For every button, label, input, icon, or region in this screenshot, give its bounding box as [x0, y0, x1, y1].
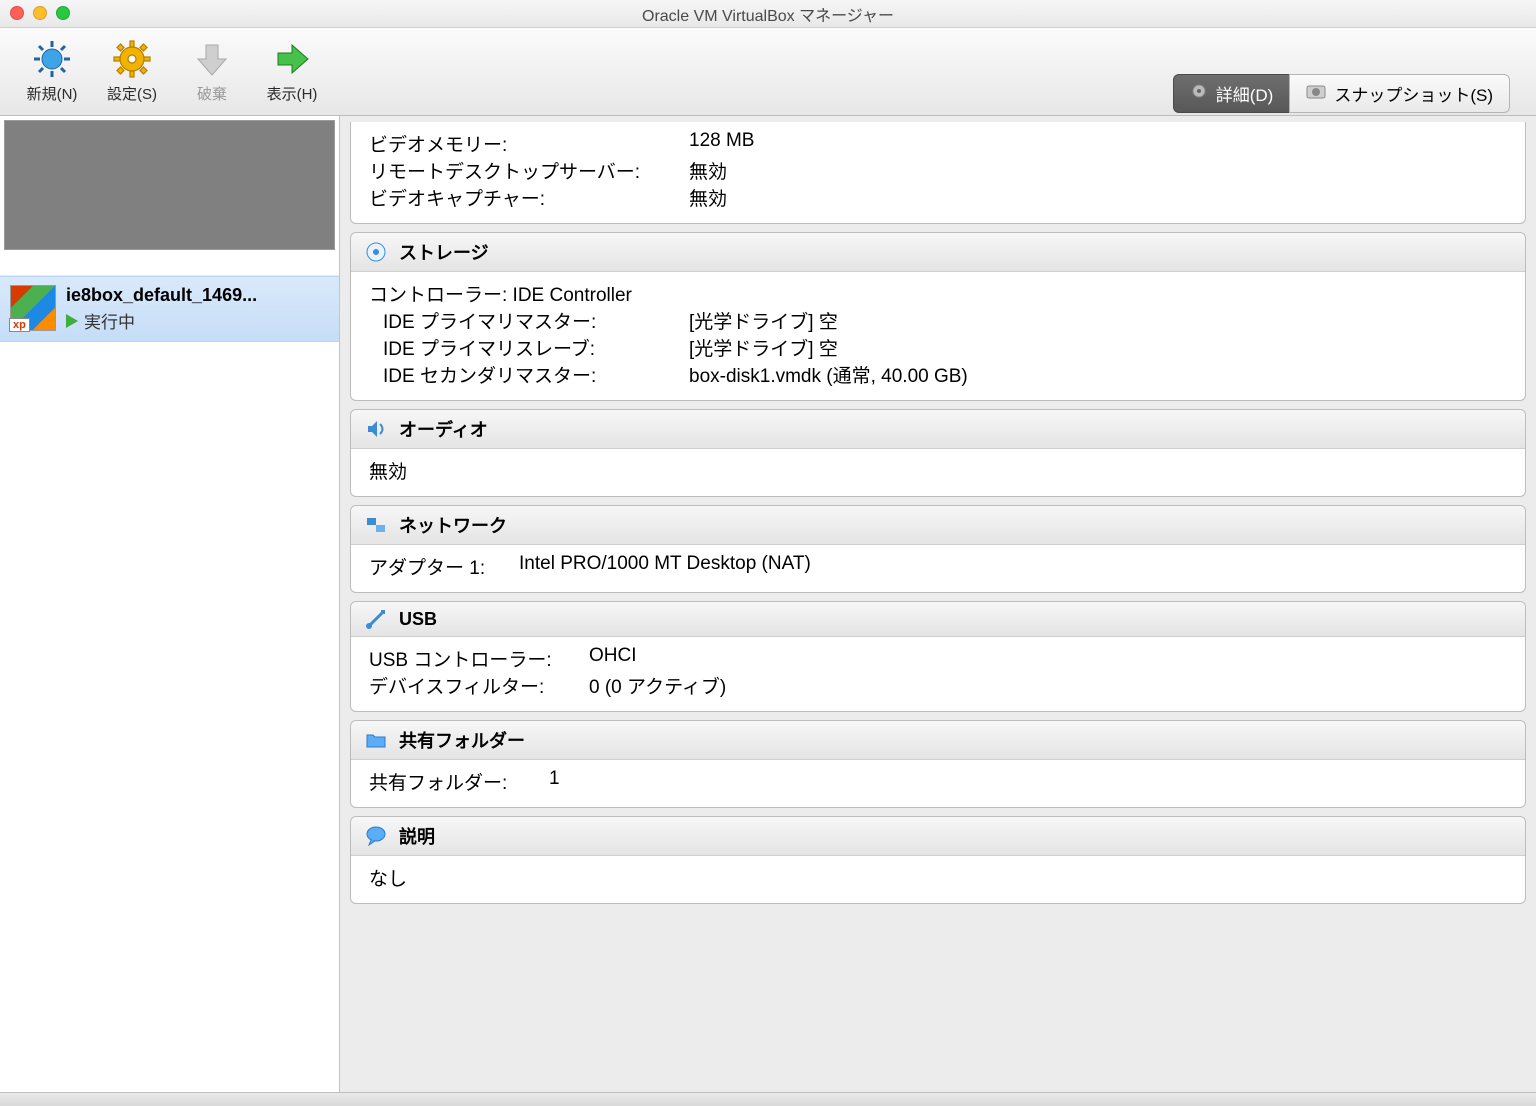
capture-label: ビデオキャプチャー:	[369, 184, 689, 211]
network-title: ネットワーク	[399, 512, 507, 538]
panel-storage: ストレージ コントローラー: IDE Controller IDE プライマリマ…	[350, 232, 1526, 401]
description-title: 説明	[399, 823, 435, 849]
right-arrow-icon	[272, 39, 312, 79]
vm-list: ie8box_default_1469... 実行中	[0, 116, 340, 1092]
settings-label: 設定(S)	[107, 83, 157, 104]
tab-snapshots[interactable]: スナップショット(S)	[1289, 74, 1510, 113]
thumbnail-status-row	[0, 250, 339, 276]
minimize-icon[interactable]	[33, 6, 47, 20]
folder-icon	[365, 729, 387, 751]
adapter-value: Intel PRO/1000 MT Desktop (NAT)	[519, 553, 811, 580]
running-arrow-icon	[66, 314, 78, 328]
panel-audio: オーディオ 無効	[350, 409, 1526, 497]
panel-display: ビデオメモリー: 128 MB リモートデスクトップサーバー: 無効 ビデオキャ…	[350, 122, 1526, 224]
discard-button[interactable]: 破棄	[172, 39, 252, 104]
sun-icon	[32, 39, 72, 79]
show-button[interactable]: 表示(H)	[252, 39, 332, 104]
ide-row-1-key: IDE プライマリスレーブ:	[369, 334, 689, 361]
zoom-icon[interactable]	[56, 6, 70, 20]
window-titlebar: Oracle VM VirtualBox マネージャー	[0, 0, 1536, 28]
shared-label: 共有フォルダー:	[369, 768, 549, 795]
usb-controller-label: USB コントローラー:	[369, 645, 589, 672]
usb-filter-value: 0 (0 アクティブ)	[589, 672, 726, 699]
vm-text: ie8box_default_1469... 実行中	[66, 285, 329, 333]
window-resize-bar[interactable]	[0, 1092, 1536, 1106]
panel-network: ネットワーク アダプター 1: Intel PRO/1000 MT Deskto…	[350, 505, 1526, 593]
window-title: Oracle VM VirtualBox マネージャー	[642, 2, 894, 26]
shared-value: 1	[549, 768, 560, 795]
windows-xp-icon	[10, 285, 56, 331]
panel-description: 説明 なし	[350, 816, 1526, 904]
panel-storage-head[interactable]: ストレージ	[351, 233, 1525, 272]
panel-usb-head[interactable]: USB	[351, 602, 1525, 637]
panel-description-head[interactable]: 説明	[351, 817, 1525, 856]
gear-icon	[112, 39, 152, 79]
capture-value: 無効	[689, 184, 727, 211]
storage-title: ストレージ	[399, 239, 489, 265]
usb-filter-label: デバイスフィルター:	[369, 672, 589, 699]
storage-icon	[365, 241, 387, 263]
rdp-value: 無効	[689, 157, 727, 184]
ide-row-2-key: IDE セカンダリマスター:	[369, 361, 689, 388]
speech-bubble-icon	[365, 825, 387, 847]
camera-icon	[1306, 83, 1326, 104]
audio-value: 無効	[369, 457, 1507, 484]
usb-icon	[365, 608, 387, 630]
ide-row-0-val: [光学ドライブ] 空	[689, 307, 838, 334]
vm-list-item[interactable]: ie8box_default_1469... 実行中	[0, 276, 339, 342]
storage-controller: コントローラー: IDE Controller	[369, 280, 632, 307]
settings-button[interactable]: 設定(S)	[92, 39, 172, 104]
vm-state: 実行中	[66, 308, 329, 333]
show-label: 表示(H)	[267, 83, 318, 104]
new-button[interactable]: 新規(N)	[12, 39, 92, 104]
discard-label: 破棄	[197, 83, 227, 104]
usb-title: USB	[399, 609, 437, 630]
tab-snapshots-label: スナップショット(S)	[1334, 81, 1493, 106]
gear-small-icon	[1190, 82, 1208, 105]
network-icon	[365, 514, 387, 536]
tab-details[interactable]: 詳細(D)	[1173, 74, 1290, 113]
down-arrow-icon	[192, 39, 232, 79]
audio-title: オーディオ	[399, 416, 488, 442]
ide-row-1-val: [光学ドライブ] 空	[689, 334, 838, 361]
audio-icon	[365, 418, 387, 440]
panel-shared: 共有フォルダー 共有フォルダー: 1	[350, 720, 1526, 808]
panel-usb: USB USB コントローラー: OHCI デバイスフィルター: 0 (0 アク…	[350, 601, 1526, 712]
view-tabs: 詳細(D) スナップショット(S)	[1173, 74, 1510, 113]
ide-row-0-key: IDE プライマリマスター:	[369, 307, 689, 334]
panel-audio-head[interactable]: オーディオ	[351, 410, 1525, 449]
panel-network-head[interactable]: ネットワーク	[351, 506, 1525, 545]
rdp-label: リモートデスクトップサーバー:	[369, 157, 689, 184]
toolbar: 新規(N) 設定(S) 破棄 表示(H) 詳細(D) スナップショット(S)	[0, 28, 1536, 116]
vm-preview-thumbnail[interactable]	[4, 120, 335, 250]
main-area: ie8box_default_1469... 実行中 ビデオメモリー: 128 …	[0, 116, 1536, 1092]
vm-name: ie8box_default_1469...	[66, 285, 329, 306]
new-label: 新規(N)	[27, 83, 78, 104]
tab-details-label: 詳細(D)	[1216, 81, 1274, 106]
close-icon[interactable]	[10, 6, 24, 20]
usb-controller-value: OHCI	[589, 645, 637, 672]
traffic-lights	[10, 6, 70, 20]
panel-shared-head[interactable]: 共有フォルダー	[351, 721, 1525, 760]
shared-title: 共有フォルダー	[399, 727, 525, 753]
video-mem-label: ビデオメモリー:	[369, 130, 689, 157]
description-value: なし	[369, 864, 1507, 891]
video-mem-value: 128 MB	[689, 130, 754, 157]
details-pane: ビデオメモリー: 128 MB リモートデスクトップサーバー: 無効 ビデオキャ…	[340, 116, 1536, 1092]
ide-row-2-val: box-disk1.vmdk (通常, 40.00 GB)	[689, 361, 968, 388]
adapter-label: アダプター 1:	[369, 553, 519, 580]
vm-state-label: 実行中	[84, 308, 135, 333]
